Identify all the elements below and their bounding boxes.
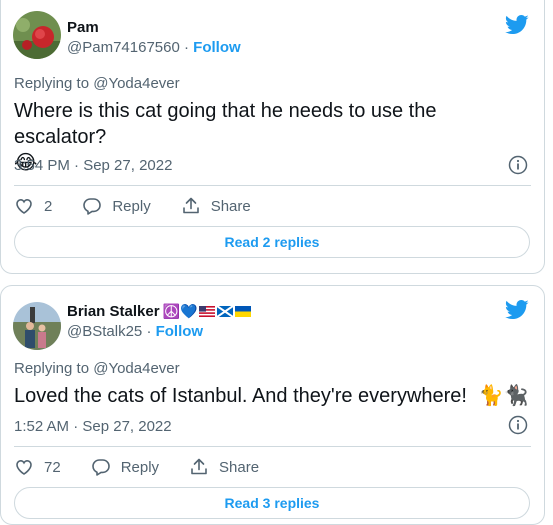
separator: · xyxy=(183,39,189,56)
info-icon[interactable] xyxy=(508,155,528,175)
name-emoji-badges: ☮️ 💙 xyxy=(163,303,252,320)
replying-mention[interactable]: @Yoda4ever xyxy=(93,75,179,92)
author-handle-row: @BStalk25 · Follow xyxy=(67,323,203,340)
like-button[interactable]: 72 xyxy=(14,457,61,477)
like-count: 2 xyxy=(44,197,53,215)
replying-mention[interactable]: @Yoda4ever xyxy=(93,360,179,377)
tweet-card: Pam @Pam74167560 · Follow Replying to @Y… xyxy=(0,0,545,274)
share-label: Share xyxy=(219,458,260,476)
speech-bubble-icon xyxy=(91,459,110,476)
like-count: 72 xyxy=(44,458,61,476)
action-bar: 72 Reply Share xyxy=(14,457,289,477)
author-handle[interactable]: @BStalk25 xyxy=(67,323,142,340)
heart-icon xyxy=(16,459,32,475)
divider xyxy=(14,446,531,447)
share-button[interactable]: Share xyxy=(189,457,259,477)
share-label: Share xyxy=(210,197,251,215)
separator: · xyxy=(146,323,152,340)
avatar[interactable] xyxy=(13,11,61,59)
tweet-card: Brian Stalker ☮️ 💙 @BStalk25 · Follow Re… xyxy=(0,285,545,525)
reply-button[interactable]: Reply xyxy=(91,457,159,477)
avatar[interactable] xyxy=(13,302,61,350)
scotland-flag-icon xyxy=(217,306,234,317)
share-upload-icon xyxy=(182,197,199,214)
author-name-row: Pam xyxy=(67,19,99,36)
replying-to: Replying to @Yoda4ever xyxy=(14,360,180,377)
reply-label: Reply xyxy=(112,197,151,215)
twitter-bird-icon[interactable] xyxy=(505,15,529,35)
heart-icon xyxy=(16,198,32,214)
action-bar: 2 Reply Share xyxy=(14,196,281,216)
info-icon[interactable] xyxy=(508,415,528,435)
read-replies-button[interactable]: Read 2 replies xyxy=(14,226,530,258)
peace-emoji: ☮️ xyxy=(162,303,180,319)
tweet-timestamp[interactable]: 3:54 PM · Sep 27, 2022 xyxy=(14,157,172,174)
tweet-timestamp[interactable]: 1:52 AM · Sep 27, 2022 xyxy=(14,418,172,435)
reply-label: Reply xyxy=(120,458,160,476)
author-name[interactable]: Brian Stalker xyxy=(67,303,160,320)
reply-button[interactable]: Reply xyxy=(82,196,151,216)
replying-prefix: Replying to xyxy=(14,360,94,377)
share-button[interactable]: Share xyxy=(181,196,251,216)
follow-button[interactable]: Follow xyxy=(156,323,204,340)
like-button[interactable]: 2 xyxy=(14,196,52,216)
tweet-text-emoji: 🐈🐈‍⬛ xyxy=(478,385,529,407)
divider xyxy=(14,185,531,186)
read-replies-button[interactable]: Read 3 replies xyxy=(14,487,530,519)
replying-to: Replying to @Yoda4ever xyxy=(14,75,180,92)
follow-button[interactable]: Follow xyxy=(193,39,241,56)
author-handle-row: @Pam74167560 · Follow xyxy=(67,39,241,56)
author-handle[interactable]: @Pam74167560 xyxy=(67,39,180,56)
speech-bubble-icon xyxy=(83,198,102,215)
tweet-text-body: Where is this cat going that he needs to… xyxy=(14,100,437,148)
share-upload-icon xyxy=(191,458,207,475)
ukraine-flag-icon xyxy=(235,306,252,317)
twitter-bird-icon[interactable] xyxy=(505,300,529,320)
author-name[interactable]: Pam xyxy=(67,19,99,36)
replying-prefix: Replying to xyxy=(14,75,94,92)
us-flag-icon xyxy=(199,306,216,317)
tweet-text: Loved the cats of Istanbul. And they're … xyxy=(14,383,534,409)
tweet-text-body: Loved the cats of Istanbul. And they're … xyxy=(14,385,467,407)
blue-heart-emoji: 💙 xyxy=(179,303,198,319)
author-name-row: Brian Stalker ☮️ 💙 xyxy=(67,303,252,320)
